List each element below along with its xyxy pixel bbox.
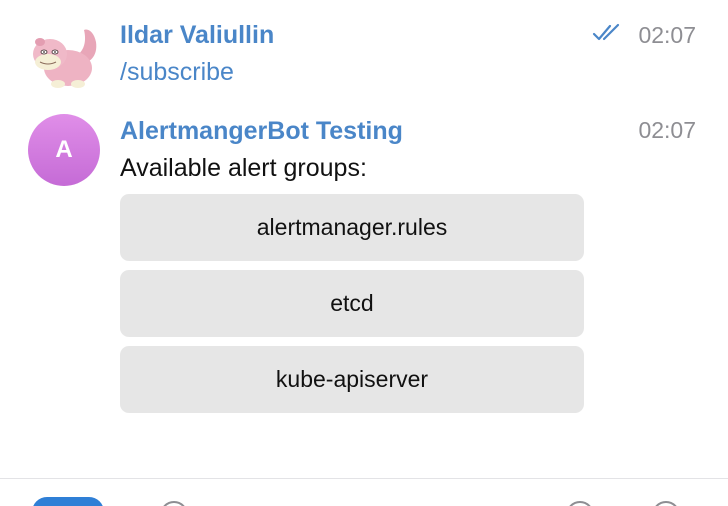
menu-button[interactable]	[32, 497, 104, 506]
sender-name[interactable]: AlertmangerBot Testing	[120, 117, 403, 146]
chat-view: Ildar Valiullin /subscribe 02:07 A Alert…	[0, 0, 728, 506]
input-bar	[0, 479, 728, 506]
sender-name[interactable]: Ildar Valiullin	[120, 21, 274, 50]
keyboard-button-alertmanager-rules[interactable]: alertmanager.rules	[120, 194, 584, 261]
message-user: Ildar Valiullin /subscribe 02:07	[0, 20, 728, 100]
message-text-command[interactable]: /subscribe	[120, 58, 234, 87]
message-bot: A AlertmangerBot Testing 02:07 Available…	[0, 114, 728, 414]
bot-avatar[interactable]: A	[28, 114, 100, 186]
attach-icon[interactable]	[160, 501, 188, 506]
double-check-read-icon	[592, 22, 622, 49]
keyboard-button-kube-apiserver[interactable]: kube-apiserver	[120, 346, 584, 413]
slowpoke-avatar-icon	[33, 29, 97, 88]
message-time: 02:07	[638, 117, 696, 143]
avatar-letter: A	[55, 136, 73, 163]
microphone-icon[interactable]	[652, 501, 680, 506]
message-time: 02:07	[638, 22, 696, 48]
message-text: Available alert groups:	[120, 154, 367, 182]
sticker-icon[interactable]	[566, 501, 594, 506]
keyboard-button-etcd[interactable]: etcd	[120, 270, 584, 337]
user-avatar[interactable]	[28, 20, 100, 106]
